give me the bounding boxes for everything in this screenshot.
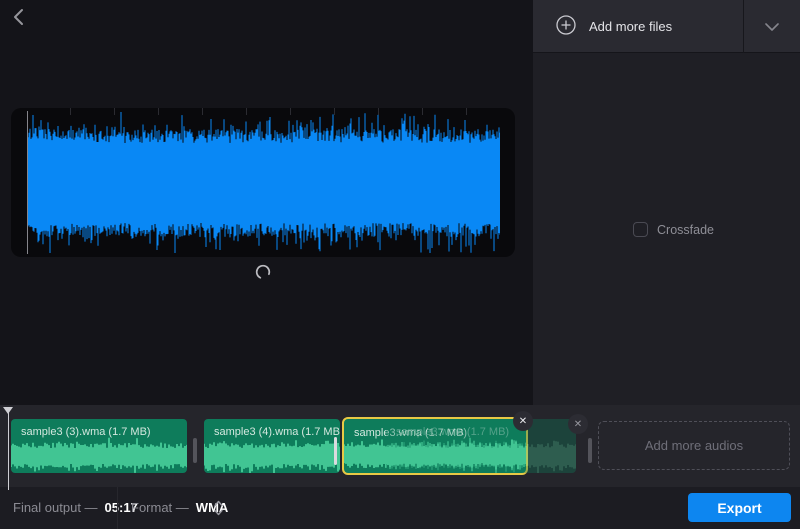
add-more-audios-dropzone[interactable]: Add more audios xyxy=(598,421,790,470)
crossfade-label: Crossfade xyxy=(657,222,714,237)
audio-merger-window: Add more files Crossfade sample3 (3).wma… xyxy=(0,0,800,529)
export-button[interactable]: Export xyxy=(688,493,791,522)
clip-label: sample3.wma (1.7 MB) xyxy=(354,427,468,439)
preview-area xyxy=(0,0,533,405)
final-output-readout: Final output —05:17 xyxy=(13,487,138,529)
back-button[interactable] xyxy=(8,6,30,28)
add-more-audios-label: Add more audios xyxy=(644,438,744,453)
clip-junction-handle[interactable] xyxy=(334,437,337,465)
crossfade-toggle[interactable]: Crossfade xyxy=(633,222,714,237)
waveform-preview-panel xyxy=(11,108,515,257)
audio-waveform xyxy=(27,112,500,253)
footer-bar: Final output —05:17 Format — WMA Export xyxy=(0,487,800,529)
footer-divider xyxy=(117,487,118,529)
clip-junction-handle[interactable] xyxy=(193,438,197,463)
chevron-left-icon xyxy=(14,9,23,25)
audio-clip-2[interactable]: sample3 (4).wma (1.7 MB) xyxy=(204,419,340,473)
crossfade-checkbox[interactable] xyxy=(633,222,648,237)
audio-clip-1[interactable]: sample3 (3).wma (1.7 MB) xyxy=(11,419,187,473)
header-divider xyxy=(743,0,744,53)
timeline-strip: sample3 (3).wma (1.7 MB) sample3 (4).wma… xyxy=(0,405,800,490)
format-stepper-icon[interactable] xyxy=(214,499,223,517)
final-output-label: Final output — xyxy=(13,500,98,515)
loading-spinner-icon xyxy=(255,264,271,280)
format-value: WMA xyxy=(195,500,229,515)
remove-clip-button[interactable]: ✕ xyxy=(513,411,533,431)
remove-ghost-clip-button[interactable]: ✕ xyxy=(568,414,588,434)
preview-playhead[interactable] xyxy=(27,111,28,254)
timeline-playhead[interactable] xyxy=(0,405,20,491)
playhead-line xyxy=(7,408,9,490)
audio-clip-3-selected[interactable]: sample3.wma (1.7 MB) xyxy=(342,417,528,475)
plus-circle-icon xyxy=(556,15,576,35)
add-more-files-button[interactable]: Add more files xyxy=(533,0,800,53)
clip-junction-handle[interactable] xyxy=(588,438,592,463)
chevron-down-icon[interactable] xyxy=(765,23,779,31)
format-label: Format — xyxy=(131,500,189,515)
add-more-files-label: Add more files xyxy=(589,19,673,34)
clip-label: sample3 (3).wma (1.7 MB) xyxy=(21,426,151,438)
clip-label: sample3 (4).wma (1.7 MB) xyxy=(214,426,340,438)
settings-panel: Add more files Crossfade xyxy=(533,0,800,405)
